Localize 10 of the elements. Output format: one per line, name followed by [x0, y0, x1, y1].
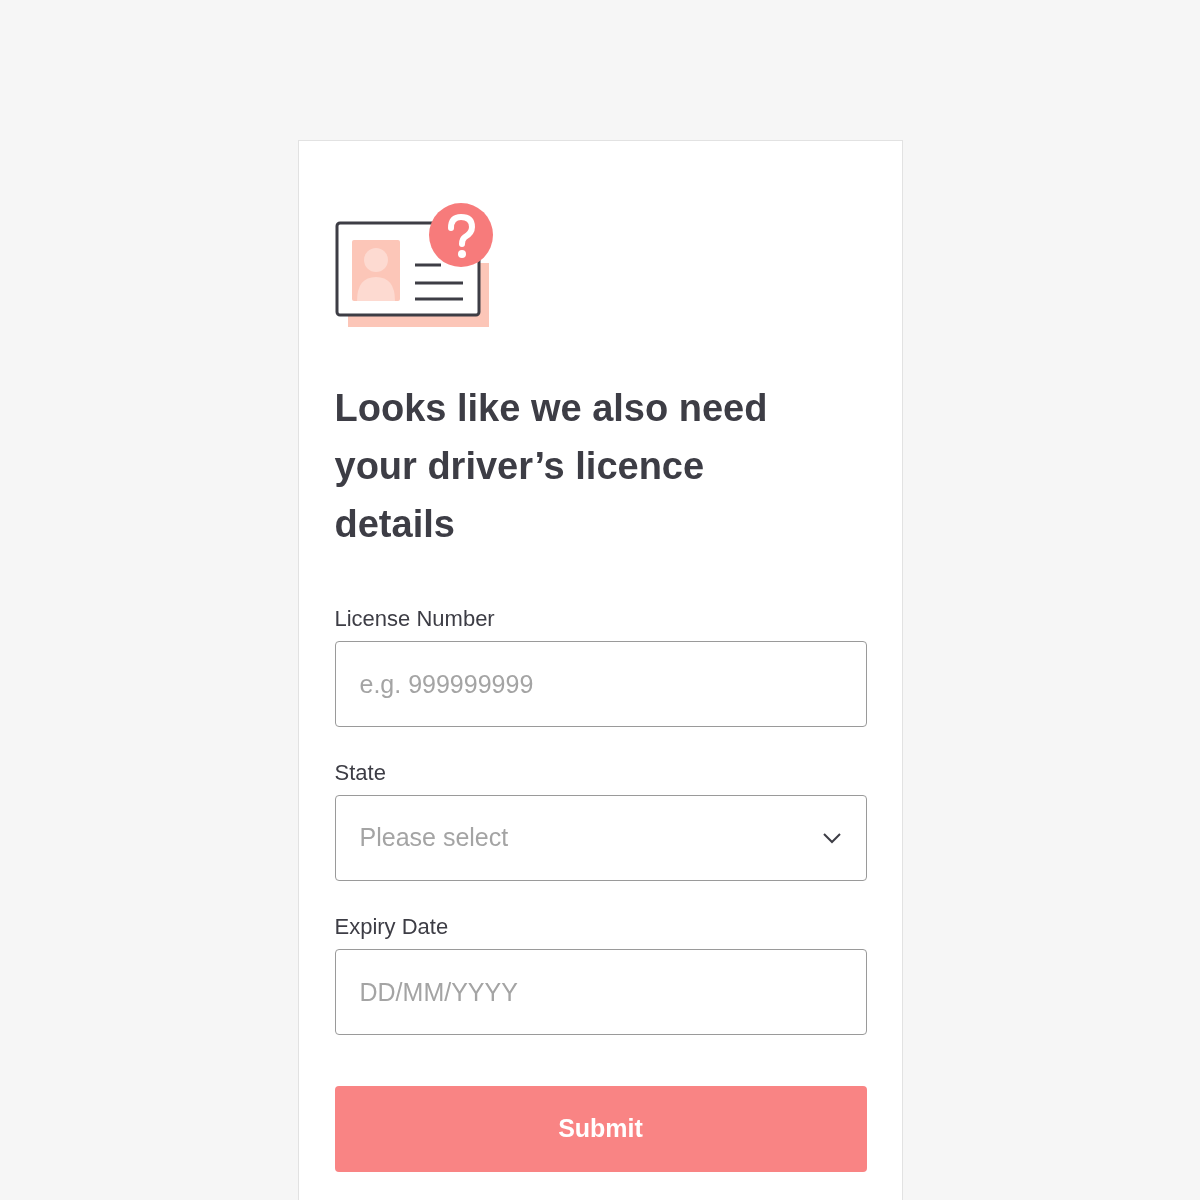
- field-label: License Number: [334, 605, 496, 633]
- input-field[interactable]: DD/MM/YYYY: [334, 949, 867, 1035]
- id-card-icon: [334, 203, 495, 329]
- heading: Looks like we also need your driver’s licence details: [334, 386, 769, 547]
- submit-button[interactable]: Submit: [334, 1086, 867, 1172]
- chevron-down-icon: [821, 832, 842, 844]
- field-label: Expiry Date: [334, 913, 450, 941]
- select-field[interactable]: Please select: [334, 795, 867, 881]
- field-label: State: [334, 759, 387, 787]
- input-field[interactable]: e.g. 999999999: [334, 641, 867, 727]
